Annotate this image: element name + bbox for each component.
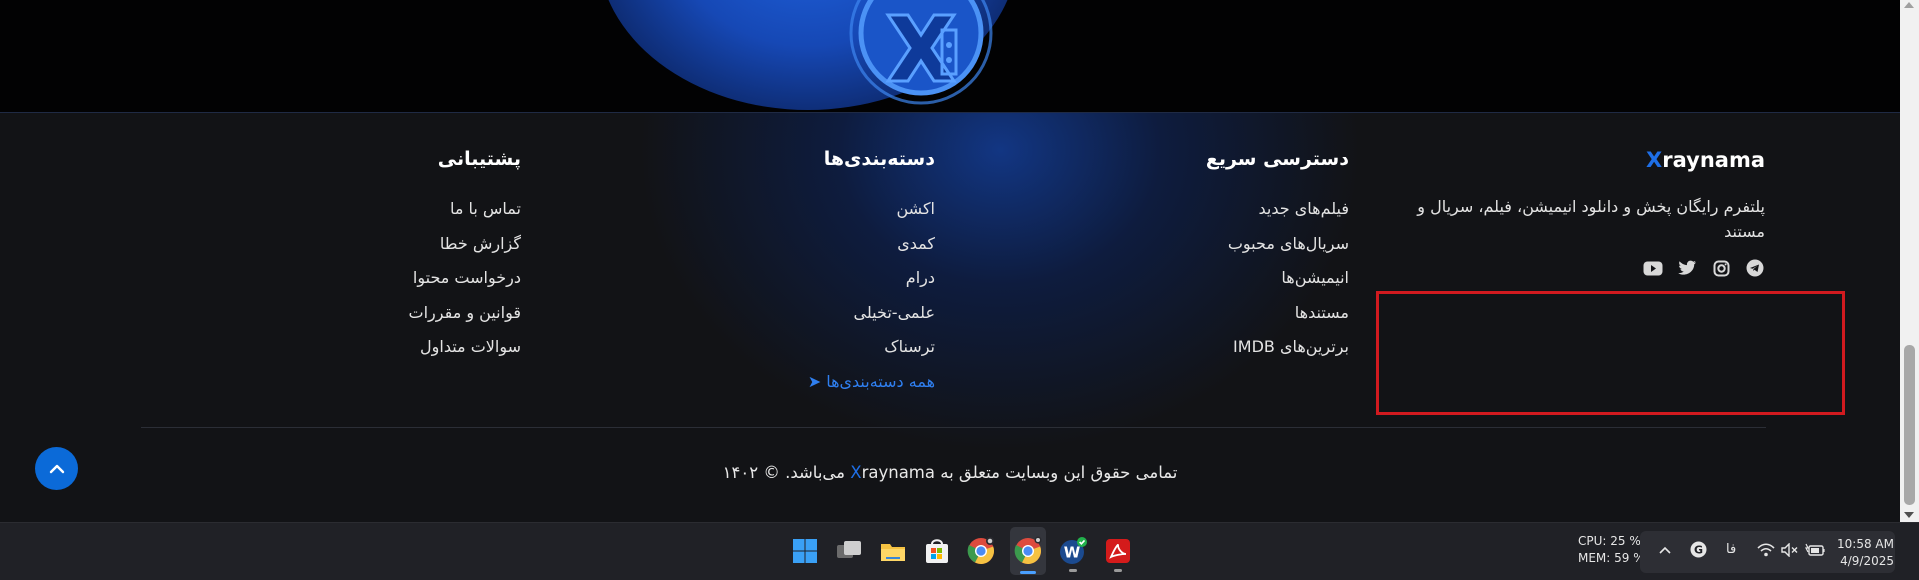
- footer-brand-column: Xraynama پلتفرم رایگان پخش و دانلود انیم…: [1405, 148, 1765, 278]
- all-categories-link[interactable]: همه دسته‌بندی‌ها ➤: [635, 365, 935, 400]
- copyright-text: تمامی حقوق این وبسایت متعلق به Xraynama …: [0, 463, 1900, 482]
- hero-banner: [0, 0, 1900, 112]
- categories-title: دسته‌بندی‌ها: [823, 148, 935, 170]
- memory-usage: MEM: 59 %: [1578, 551, 1645, 565]
- copyright-brand-x: X: [850, 463, 862, 482]
- svg-text:W: W: [1064, 544, 1081, 562]
- quick-link-documentaries[interactable]: مستندها: [1049, 296, 1349, 331]
- system-stats: CPU: 25 % MEM: 59 %: [1578, 533, 1645, 567]
- chrome-icon[interactable]: [966, 536, 996, 566]
- footer-categories-column: دسته‌بندی‌ها اکشن کمدی درام علمی-تخیلی ت…: [635, 148, 935, 399]
- footer-quick-access-column: دسترسی سریع فیلم‌های جدید سریال‌های محبو…: [1049, 148, 1349, 365]
- telegram-icon[interactable]: [1745, 258, 1765, 278]
- quick-access-title: دسترسی سریع: [1205, 148, 1349, 170]
- copyright-after: می‌باشد. © ۱۴۰۲: [722, 463, 851, 482]
- highlight-box: [1376, 291, 1845, 415]
- brand-description: پلتفرم رایگان پخش و دانلود انیمیشن، فیلم…: [1417, 197, 1765, 241]
- cpu-usage: CPU: 25 %: [1578, 534, 1641, 548]
- windows-taskbar: W CPU: 25 % MEM: 59 % G فا 10:58 AM 4/9/…: [0, 522, 1919, 580]
- language-indicator[interactable]: فا: [1726, 542, 1736, 557]
- scroll-up-arrow-icon[interactable]: [1904, 2, 1914, 8]
- file-explorer-icon[interactable]: [878, 536, 908, 566]
- quick-link-popular-series[interactable]: سریال‌های محبوب: [1049, 227, 1349, 262]
- brand-logo[interactable]: Xraynama: [1646, 148, 1765, 172]
- wamp-icon[interactable]: W: [1058, 536, 1088, 566]
- chevron-up-icon: [49, 464, 64, 473]
- acrobat-icon[interactable]: [1103, 536, 1133, 566]
- logo-x: X: [1646, 148, 1663, 172]
- task-view-icon[interactable]: [834, 536, 864, 566]
- clock-time: 10:58 AM: [1837, 537, 1894, 551]
- svg-text:G: G: [1694, 544, 1703, 557]
- volume-muted-icon[interactable]: [1781, 543, 1799, 557]
- scrollbar-thumb[interactable]: [1904, 345, 1915, 505]
- youtube-icon[interactable]: [1643, 258, 1663, 278]
- support-link-request-content[interactable]: درخواست محتوا: [221, 261, 521, 296]
- copyright-brand: raynama: [861, 463, 935, 482]
- system-clock[interactable]: 10:58 AM 4/9/2025: [1836, 536, 1894, 570]
- active-app-indicator: [1020, 571, 1036, 574]
- footer-support-column: پشتیبانی تماس با ما گزارش خطا درخواست مح…: [221, 148, 521, 365]
- running-indicator: [1114, 569, 1122, 572]
- category-link-comedy[interactable]: کمدی: [635, 227, 935, 262]
- quick-link-imdb-top[interactable]: برترین‌های IMDB: [1049, 330, 1349, 365]
- footer-divider: [141, 427, 1766, 428]
- microsoft-store-icon[interactable]: [922, 536, 952, 566]
- windows-start-icon[interactable]: [790, 536, 820, 566]
- chrome-active-icon[interactable]: [1013, 536, 1043, 566]
- category-link-scifi[interactable]: علمی-تخیلی: [635, 296, 935, 331]
- clock-date: 4/9/2025: [1840, 554, 1894, 568]
- support-title: پشتیبانی: [437, 148, 521, 170]
- logo-text: raynama: [1662, 148, 1765, 172]
- instagram-icon[interactable]: [1711, 258, 1731, 278]
- running-indicator: [1069, 569, 1077, 572]
- scroll-down-arrow-icon[interactable]: [1904, 512, 1914, 518]
- twitter-icon[interactable]: [1677, 258, 1697, 278]
- category-link-horror[interactable]: ترسناک: [635, 330, 935, 365]
- support-link-faq[interactable]: سوالات متداول: [221, 330, 521, 365]
- quick-link-animations[interactable]: انیمیشن‌ها: [1049, 261, 1349, 296]
- category-link-action[interactable]: اکشن: [635, 192, 935, 227]
- hero-logo-icon: [849, 0, 993, 105]
- show-hidden-icons-chevron-icon[interactable]: [1659, 546, 1671, 554]
- back-to-top-button[interactable]: [35, 447, 78, 490]
- battery-charging-icon[interactable]: [1805, 543, 1825, 557]
- copyright-before: تمامی حقوق این وبسایت متعلق به: [935, 463, 1178, 482]
- category-link-drama[interactable]: درام: [635, 261, 935, 296]
- quick-link-new-movies[interactable]: فیلم‌های جدید: [1049, 192, 1349, 227]
- support-link-terms[interactable]: قوانین و مقررات: [221, 296, 521, 331]
- page-scrollbar[interactable]: [1900, 0, 1919, 522]
- social-links: [1405, 258, 1765, 278]
- hero-divider: [0, 112, 1900, 113]
- support-link-contact[interactable]: تماس با ما: [221, 192, 521, 227]
- wifi-icon[interactable]: [1757, 543, 1775, 557]
- grammarly-icon[interactable]: G: [1690, 541, 1707, 558]
- support-link-report-bug[interactable]: گزارش خطا: [221, 227, 521, 262]
